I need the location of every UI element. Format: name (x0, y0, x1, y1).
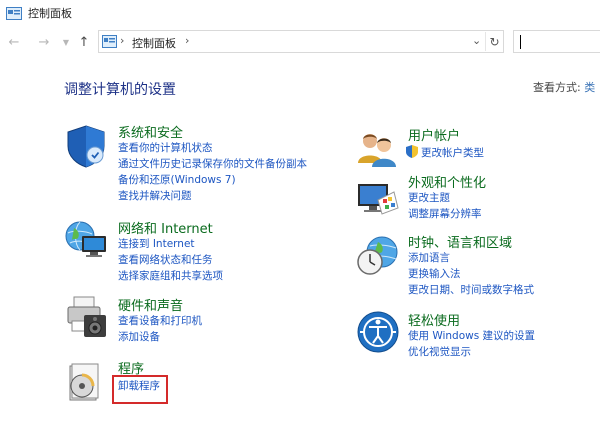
link-add-device[interactable]: 添加设备 (118, 329, 202, 345)
back-arrow-icon[interactable]: ← (6, 34, 22, 50)
navigation-bar: ← → ▼ ↑ › 控制面板 › ⌄ ↻ (0, 26, 600, 58)
breadcrumb-separator-icon: › (120, 34, 125, 47)
view-by-label: 查看方式: (533, 81, 585, 94)
ease-of-access-icon (357, 311, 399, 353)
printer-speaker-icon (67, 296, 106, 337)
clock-globe-icon (357, 236, 398, 275)
users-icon (358, 134, 396, 167)
link-view-computer-status[interactable]: 查看你的计算机状态 (118, 140, 307, 156)
link-change-date-format[interactable]: 更改日期、时间或数字格式 (408, 282, 534, 298)
network-globe-icon (65, 221, 106, 257)
link-backup-restore[interactable]: 备份和还原(Windows 7) (118, 172, 307, 188)
window-title: 控制面板 (28, 7, 72, 20)
page-title: 调整计算机的设置 (64, 82, 176, 98)
link-change-theme[interactable]: 更改主题 (408, 190, 482, 206)
link-troubleshoot[interactable]: 查找并解决问题 (118, 188, 307, 204)
link-homegroup-sharing[interactable]: 选择家庭组和共享选项 (118, 268, 223, 284)
category-title[interactable]: 时钟、语言和区域 (408, 232, 512, 251)
category-title[interactable]: 硬件和声音 (118, 295, 183, 314)
chevron-down-icon[interactable]: ▼ (58, 34, 74, 50)
up-arrow-icon[interactable]: ↑ (76, 34, 92, 50)
monitor-palette-icon (358, 184, 399, 215)
breadcrumb-separator-icon[interactable]: › (185, 34, 189, 47)
link-connect-internet[interactable]: 连接到 Internet (118, 236, 223, 252)
link-network-status[interactable]: 查看网络状态和任务 (118, 252, 223, 268)
link-windows-recommended-settings[interactable]: 使用 Windows 建议的设置 (408, 328, 535, 344)
category-title[interactable]: 网络和 Internet (118, 218, 213, 237)
view-by-dropdown[interactable]: 类 (584, 81, 595, 94)
control-panel-icon (102, 35, 117, 48)
link-change-account-type[interactable]: 更改帐户类型 (406, 145, 484, 161)
link-devices-printers[interactable]: 查看设备和打印机 (118, 313, 202, 329)
text-caret (520, 35, 521, 49)
link-file-history[interactable]: 通过文件历史记录保存你的文件备份副本 (118, 156, 307, 172)
link-label: 更改帐户类型 (421, 147, 484, 159)
refresh-icon[interactable]: ↻ (485, 32, 503, 51)
link-change-input-method[interactable]: 更换输入法 (408, 266, 534, 282)
view-by: 查看方式: 类 (533, 79, 595, 95)
link-add-language[interactable]: 添加语言 (408, 250, 534, 266)
link-optimize-visual-display[interactable]: 优化视觉显示 (408, 344, 535, 360)
link-screen-resolution[interactable]: 调整屏幕分辨率 (408, 206, 482, 222)
category-title[interactable]: 外观和个性化 (408, 172, 486, 191)
address-dropdown-icon[interactable]: ⌄ (472, 34, 481, 47)
category-title[interactable]: 轻松使用 (408, 310, 460, 329)
control-panel-icon (6, 6, 22, 20)
uac-shield-icon (406, 145, 418, 158)
address-bar[interactable]: › 控制面板 › ⌄ ↻ (98, 30, 504, 53)
category-title[interactable]: 用户帐户 (408, 125, 460, 144)
highlight-annotation (112, 375, 168, 404)
category-title[interactable]: 系统和安全 (118, 122, 183, 141)
search-input[interactable] (513, 30, 600, 53)
breadcrumb-control-panel[interactable]: 控制面板 (132, 35, 176, 51)
forward-arrow-icon[interactable]: → (36, 34, 52, 50)
shield-icon (67, 125, 105, 168)
program-disc-icon (69, 363, 99, 401)
title-bar: 控制面板 (0, 0, 600, 26)
